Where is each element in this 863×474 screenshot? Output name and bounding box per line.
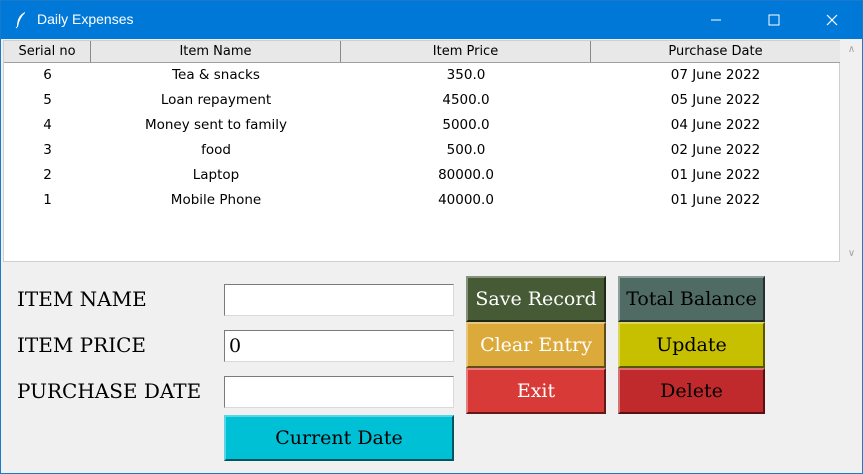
cell-serial-no: 3: [43, 142, 52, 158]
delete-button[interactable]: Delete: [618, 368, 765, 414]
scroll-down-icon[interactable]: ∨: [841, 244, 862, 262]
scroll-up-icon[interactable]: ∧: [841, 40, 862, 58]
cell-item-name: Mobile Phone: [170, 192, 262, 208]
update-button[interactable]: Update: [618, 322, 765, 368]
cell-purchase-date: 02 June 2022: [670, 142, 761, 158]
cell-purchase-date: 01 June 2022: [670, 167, 761, 183]
table-row[interactable]: 1 Mobile Phone 40000.0 01 June 2022: [4, 188, 840, 213]
header-purchase-date[interactable]: Purchase Date: [591, 41, 840, 62]
cell-purchase-date: 01 June 2022: [670, 192, 761, 208]
save-record-button[interactable]: Save Record: [466, 276, 606, 322]
table-row[interactable]: 6 Tea & snacks 350.0 07 June 2022: [4, 63, 840, 88]
purchase-date-input[interactable]: [224, 376, 454, 408]
cell-item-name: Loan repayment: [160, 92, 272, 108]
purchase-date-label: PURCHASE DATE: [17, 379, 202, 403]
cell-item-name: food: [201, 142, 231, 158]
cell-serial-no: 4: [43, 117, 52, 133]
cell-item-name: Money sent to family: [144, 117, 288, 133]
feather-icon: [15, 11, 27, 29]
cell-purchase-date: 07 June 2022: [670, 67, 761, 83]
cell-item-price: 4500.0: [442, 92, 490, 108]
table-row[interactable]: 5 Loan repayment 4500.0 05 June 2022: [4, 88, 840, 113]
title-bar[interactable]: Daily Expenses: [1, 1, 862, 39]
cell-serial-no: 1: [43, 192, 52, 208]
cell-purchase-date: 04 June 2022: [670, 117, 761, 133]
cell-serial-no: 5: [43, 92, 52, 108]
close-icon[interactable]: [809, 1, 855, 39]
cell-item-name: Laptop: [192, 167, 240, 183]
maximize-icon[interactable]: [751, 1, 797, 39]
item-name-label: ITEM NAME: [17, 287, 147, 311]
cell-item-name: Tea & snacks: [172, 67, 260, 83]
table-row[interactable]: 2 Laptop 80000.0 01 June 2022: [4, 163, 840, 188]
exit-button[interactable]: Exit: [466, 368, 606, 414]
item-price-input[interactable]: [224, 330, 454, 362]
total-balance-button[interactable]: Total Balance: [618, 276, 765, 322]
app-window: Daily Expenses Serial no Item Name Item …: [0, 0, 863, 474]
vertical-scrollbar[interactable]: ∧ ∨: [841, 40, 862, 262]
cell-serial-no: 6: [43, 67, 52, 83]
table-row[interactable]: 4 Money sent to family 5000.0 04 June 20…: [4, 113, 840, 138]
minimize-icon[interactable]: [693, 1, 739, 39]
cell-serial-no: 2: [43, 167, 52, 183]
item-name-input[interactable]: [224, 284, 454, 316]
item-price-label: ITEM PRICE: [17, 333, 146, 357]
cell-item-price: 500.0: [446, 142, 486, 158]
cell-item-price: 40000.0: [438, 192, 494, 208]
header-item-price[interactable]: Item Price: [341, 41, 591, 62]
cell-item-price: 350.0: [446, 67, 486, 83]
header-serial-no[interactable]: Serial no: [4, 41, 91, 62]
cell-item-price: 5000.0: [442, 117, 490, 133]
expenses-table[interactable]: Serial no Item Name Item Price Purchase …: [3, 40, 840, 262]
cell-item-price: 80000.0: [438, 167, 494, 183]
cell-purchase-date: 05 June 2022: [670, 92, 761, 108]
table-header: Serial no Item Name Item Price Purchase …: [4, 41, 840, 63]
current-date-button[interactable]: Current Date: [224, 415, 454, 461]
clear-entry-button[interactable]: Clear Entry: [466, 322, 606, 368]
table-body: 6 Tea & snacks 350.0 07 June 2022 5 Loan…: [4, 63, 840, 213]
table-row[interactable]: 3 food 500.0 02 June 2022: [4, 138, 840, 163]
header-item-name[interactable]: Item Name: [91, 41, 341, 62]
window-title: Daily Expenses: [37, 11, 134, 27]
